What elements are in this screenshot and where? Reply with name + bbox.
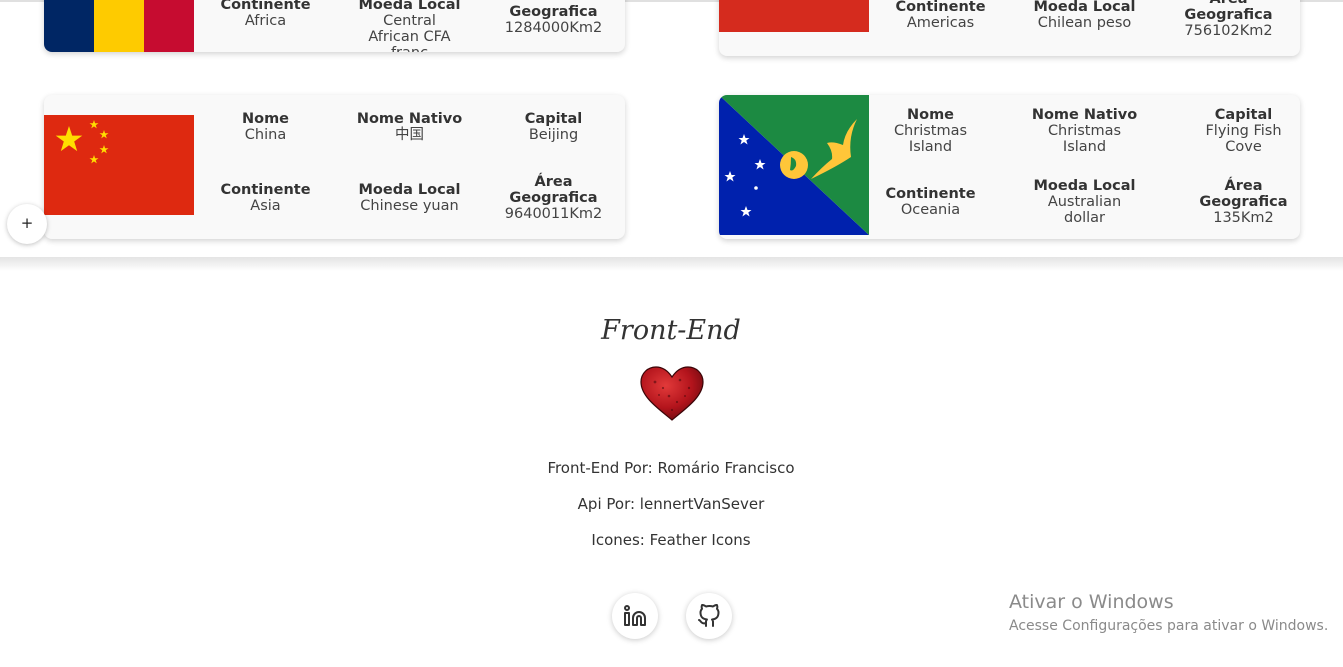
currency-cell: Moeda Local Chilean peso — [1013, 0, 1156, 31]
currency-label: Moeda Local — [358, 182, 461, 198]
add-button[interactable]: + — [7, 204, 47, 244]
currency-label: Moeda Local — [1033, 0, 1136, 15]
name-label: Nome — [241, 111, 290, 127]
currency-value: Chilean peso — [1037, 15, 1132, 31]
area-value: 1284000Km2 — [504, 20, 603, 36]
native-name-label: Nome Nativo — [1031, 107, 1138, 123]
flag-chad — [44, 0, 194, 52]
currency-value: Australian dollar — [1047, 194, 1122, 226]
currency-label: Moeda Local — [1033, 178, 1136, 194]
capital-cell: Capital Flying Fish Cove — [1172, 107, 1300, 155]
name-cell: Nome China — [194, 111, 337, 143]
currency-label: Moeda Local — [358, 0, 461, 13]
github-button[interactable] — [686, 593, 732, 639]
credit-icons: Icones: Feather Icons — [591, 531, 751, 549]
watermark-subtitle: Acesse Configurações para ativar o Windo… — [1009, 618, 1329, 634]
footer-title: Front-End — [601, 315, 741, 346]
continent-value: Africa — [244, 13, 287, 29]
area-label-1: Área — [1224, 178, 1263, 194]
continent-label: Continente — [885, 186, 976, 202]
continent-cell: Continente Asia — [194, 182, 337, 214]
section-divider — [0, 257, 1343, 271]
capital-value: Flying Fish Cove — [1205, 123, 1282, 155]
name-value: China — [244, 127, 287, 143]
native-name-cell: Nome Nativo 中国 — [338, 111, 481, 143]
github-icon — [698, 604, 720, 627]
area-label-2: Geografica — [1184, 7, 1273, 23]
area-value: 135Km2 — [1213, 210, 1274, 226]
native-name-cell: Nome Nativo Christmas Island — [1013, 107, 1156, 155]
flag-china — [44, 115, 194, 215]
area-cell: Área Geografica 1284000Km2 — [482, 0, 625, 36]
area-cell: Área Geografica 756102Km2 — [1157, 0, 1300, 39]
country-card-christmas-island[interactable]: Nome Christmas Island Nome Nativo Christ… — [719, 95, 1300, 239]
area-label-2: Geografica — [509, 190, 598, 206]
continent-cell: Continente Americas — [869, 0, 1012, 31]
windows-activation-watermark: Ativar o Windows Acesse Configurações pa… — [1009, 591, 1328, 634]
currency-cell: Moeda Local Chinese yuan — [338, 182, 481, 214]
linkedin-icon — [624, 605, 646, 626]
area-value: 756102Km2 — [1184, 23, 1273, 39]
continent-value: Americas — [906, 15, 975, 31]
heart-icon — [639, 366, 705, 422]
capital-value: Beijing — [528, 127, 579, 143]
continent-cell: Continente Africa — [194, 0, 337, 29]
continent-label: Continente — [895, 0, 986, 15]
native-name-value: 中国 — [395, 127, 424, 143]
name-label: Nome — [906, 107, 955, 123]
area-cell: Área Geografica 9640011Km2 — [482, 174, 625, 222]
name-cell: Nome Christmas Island — [859, 107, 1002, 155]
name-value: Christmas Island — [893, 123, 968, 155]
country-card-china[interactable]: Nome China Nome Nativo 中国 Capital Beijin… — [44, 95, 625, 239]
continent-cell: Continente Oceania — [859, 186, 1002, 218]
area-label-2: Geografica — [1199, 194, 1288, 210]
credit-api: Api Por: lennertVanSever — [577, 495, 765, 513]
currency-value: Central African CFA franc — [368, 13, 451, 52]
area-value: 9640011Km2 — [504, 206, 603, 222]
area-label-1: Área — [534, 174, 573, 190]
continent-label: Continente — [220, 182, 311, 198]
country-card-chile[interactable]: Continente Americas Moeda Local Chilean … — [719, 0, 1300, 56]
currency-cell: Moeda Local Australian dollar — [1013, 178, 1156, 226]
continent-label: Continente — [220, 0, 311, 13]
credit-frontend: Front-End Por: Romário Francisco — [547, 459, 795, 477]
native-name-value: Christmas Island — [1047, 123, 1122, 155]
flag-christmas-island — [719, 95, 869, 235]
currency-value: Chinese yuan — [360, 198, 459, 214]
area-cell: Área Geografica 135Km2 — [1172, 178, 1300, 226]
continent-value: Oceania — [900, 202, 961, 218]
capital-cell: Capital Beijing — [482, 111, 625, 143]
native-name-label: Nome Nativo — [356, 111, 463, 127]
continent-value: Asia — [250, 198, 281, 214]
flag-chile — [719, 0, 869, 32]
area-label-1: Área — [1157, 0, 1300, 7]
area-label-2: Geografica — [509, 4, 598, 20]
currency-cell: Moeda Local Central African CFA franc — [338, 0, 481, 52]
linkedin-button[interactable] — [612, 593, 658, 639]
capital-label: Capital — [1214, 107, 1273, 123]
capital-label: Capital — [524, 111, 583, 127]
country-card-chad[interactable]: Continente Africa Moeda Local Central Af… — [44, 0, 625, 52]
watermark-title: Ativar o Windows — [1009, 591, 1174, 613]
